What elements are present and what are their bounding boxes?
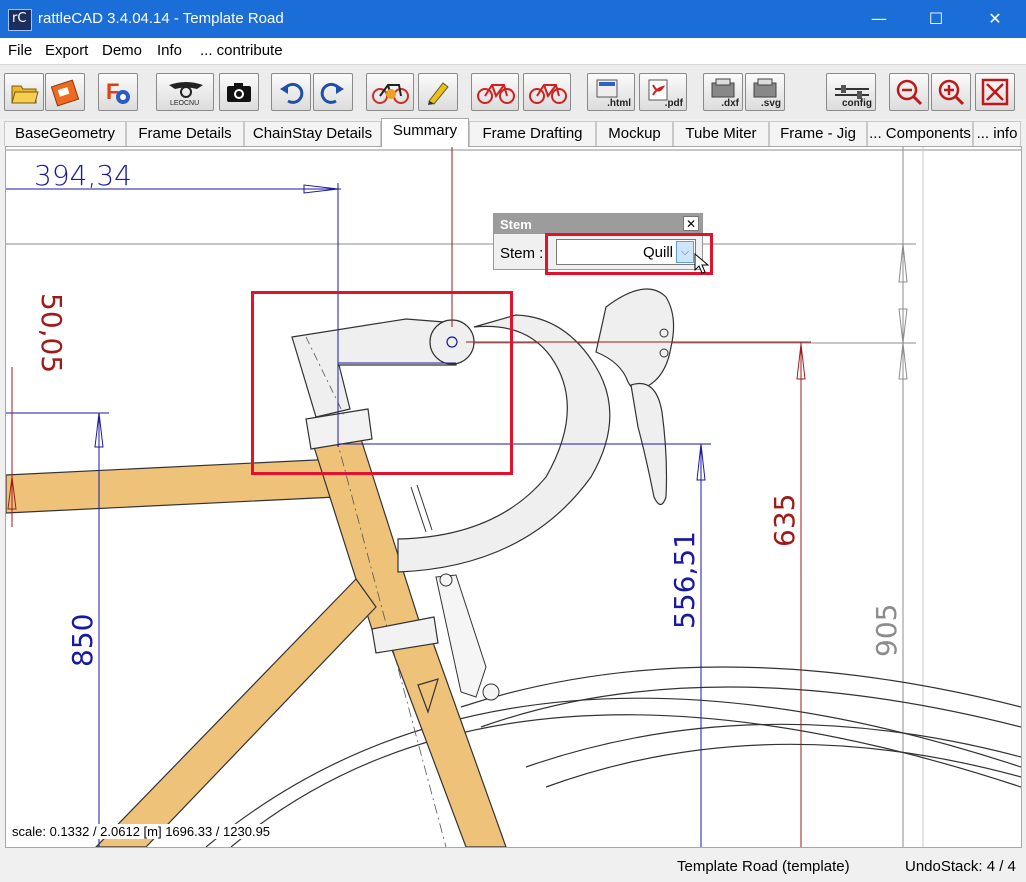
export-svg-button[interactable]: .svg xyxy=(745,73,785,111)
tab-bar: BaseGeometry Frame Details ChainStay Det… xyxy=(0,118,1026,147)
title-bar: rC rattleCAD 3.4.04.14 - Template Road —… xyxy=(0,0,1026,38)
bike-view-button[interactable] xyxy=(471,73,519,111)
stem-dialog: Stem ✕ Stem : Quill ⌵ xyxy=(493,213,703,270)
camera-button[interactable] xyxy=(219,73,259,111)
dim-offset-text: 50,05 xyxy=(35,293,68,373)
export-pdf-label: .pdf xyxy=(664,98,683,109)
mouse-cursor-icon xyxy=(694,253,710,274)
stem-dialog-title: Stem xyxy=(500,217,532,232)
undo-button[interactable] xyxy=(271,73,311,111)
chevron-down-icon[interactable]: ⌵ xyxy=(676,241,694,263)
stem-type-value: Quill xyxy=(642,244,673,261)
menu-file[interactable]: File xyxy=(8,42,32,59)
redo-button[interactable] xyxy=(313,73,353,111)
tab-chainstay-details[interactable]: ChainStay Details xyxy=(244,121,381,146)
zoom-out-icon xyxy=(896,79,923,106)
config-button[interactable]: config xyxy=(826,73,876,111)
tab-basegeometry[interactable]: BaseGeometry xyxy=(4,121,126,146)
minimize-button[interactable]: — xyxy=(856,0,902,38)
open-folder-icon xyxy=(11,85,39,104)
export-svg-label: .svg xyxy=(760,98,781,109)
zoom-in-icon xyxy=(938,79,965,106)
zoom-out-button[interactable] xyxy=(889,73,929,111)
dim-reach-text: 394,34 xyxy=(34,159,132,192)
export-dxf-label: .dxf xyxy=(721,98,739,109)
open-button[interactable] xyxy=(4,73,44,111)
tab-info[interactable]: ... info xyxy=(973,121,1021,146)
dim-850-text: 850 xyxy=(66,614,99,667)
export-html-button[interactable]: .html xyxy=(587,73,635,111)
tab-tube-miter[interactable]: Tube Miter xyxy=(673,121,769,146)
stem-dialog-close-button[interactable]: ✕ xyxy=(683,216,699,231)
stem-field-label: Stem : xyxy=(500,245,544,262)
camera-icon xyxy=(227,83,251,102)
frame-geometry-button[interactable] xyxy=(366,73,414,111)
menu-info[interactable]: Info xyxy=(157,42,182,59)
window-title: rattleCAD 3.4.04.14 - Template Road xyxy=(38,10,284,27)
bike-view-button-2[interactable] xyxy=(523,73,571,111)
tab-summary[interactable]: Summary xyxy=(381,118,469,147)
menu-bar: File Export Demo Info ... contribute xyxy=(0,38,1026,64)
pencil-icon xyxy=(428,82,449,105)
status-undo: UndoStack: 4 / 4 xyxy=(905,858,1016,875)
app-icon: rC xyxy=(8,9,32,31)
fit-screen-button[interactable] xyxy=(975,73,1015,111)
save-icon xyxy=(50,79,80,107)
save-button[interactable] xyxy=(45,73,85,111)
export-pdf-button[interactable]: .pdf xyxy=(639,73,687,111)
tab-frame-jig[interactable]: Frame - Jig xyxy=(769,121,867,146)
tab-frame-drafting[interactable]: Frame Drafting xyxy=(469,121,596,146)
zoom-in-button[interactable] xyxy=(931,73,971,111)
frame-geometry-icon xyxy=(372,84,409,104)
bike-red-icon xyxy=(477,84,515,104)
tab-components[interactable]: ... Components xyxy=(867,121,973,146)
redo-icon xyxy=(320,82,344,104)
menu-export[interactable]: Export xyxy=(45,42,88,59)
menu-demo[interactable]: Demo xyxy=(102,42,142,59)
export-html-label: .html xyxy=(607,98,631,109)
stem-type-select[interactable]: Quill ⌵ xyxy=(556,239,696,265)
toolbar: F LEOCNU .html .pdf .dxf .svg config xyxy=(0,64,1026,119)
maximize-button[interactable]: ☐ xyxy=(913,0,959,38)
tab-frame-details[interactable]: Frame Details xyxy=(126,121,244,146)
status-template: Template Road (template) xyxy=(677,858,850,875)
config-label: config xyxy=(842,98,872,109)
fit-screen-icon xyxy=(981,78,1009,106)
svg-text:LEOCNU: LEOCNU xyxy=(170,100,199,107)
bike-logo-icon: LEOCNU xyxy=(169,82,203,107)
dim-905-text: 905 xyxy=(870,604,903,657)
menu-contribute[interactable]: ... contribute xyxy=(200,42,283,59)
dim-635-text: 635 xyxy=(768,494,801,547)
export-dxf-button[interactable]: .dxf xyxy=(703,73,743,111)
stem-dialog-titlebar[interactable]: Stem ✕ xyxy=(494,214,702,234)
scale-readout: scale: 0.1332 / 2.0612 [m] 1696.33 / 123… xyxy=(12,824,271,839)
font-settings-icon: F xyxy=(106,79,130,104)
status-bar: Template Road (template) UndoStack: 4 / … xyxy=(0,850,1026,882)
close-button[interactable]: ✕ xyxy=(972,0,1018,38)
font-settings-button[interactable]: F xyxy=(98,73,138,111)
undo-icon xyxy=(280,82,304,104)
tab-mockup[interactable]: Mockup xyxy=(596,121,673,146)
bike-red-icon-2 xyxy=(529,84,567,104)
pencil-button[interactable] xyxy=(418,73,458,111)
dim-556-text: 556,51 xyxy=(668,531,701,629)
bike-logo-button[interactable]: LEOCNU xyxy=(156,73,214,111)
